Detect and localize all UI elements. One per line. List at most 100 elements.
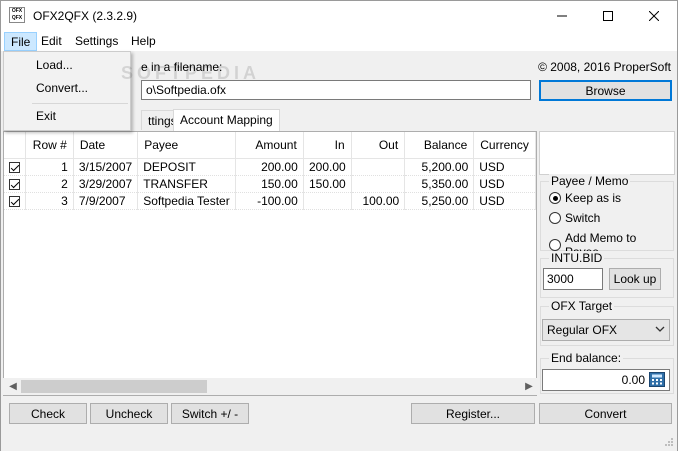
column-header-out[interactable]: Out [351,132,406,159]
row-checkbox[interactable] [4,175,27,193]
menu-bar: File Edit Settings Help [1,31,677,51]
cell-amount: -100.00 [235,192,304,210]
cell-currency: USD [473,192,536,210]
intu-bid-title: INTU.BID [549,251,605,265]
payee-memo-group: Payee / Memo Keep as is Switch Add Memo … [540,174,674,259]
uncheck-button[interactable]: Uncheck [90,403,168,424]
scroll-right-icon[interactable]: ▶ [521,380,537,393]
ofx-target-title: OFX Target [549,299,615,313]
radio-unselected-icon [549,239,561,251]
cell-row-num: 2 [25,175,74,193]
cell-balance: 5,200.00 [404,158,475,176]
ofx-target-value: Regular OFX [547,323,618,337]
app-window: OFX QFX OFX2QFX (2.3.2.9) File Edit Sett… [0,0,678,451]
tab-account-mapping[interactable]: Account Mapping [173,109,280,131]
cell-payee: Softpedia Tester [137,192,236,210]
ofx-target-select[interactable]: Regular OFX [542,319,670,341]
register-button[interactable]: Register... [411,403,535,424]
chevron-down-icon [655,326,665,332]
radio-unselected-icon [549,212,561,224]
column-header-payee[interactable]: Payee [137,132,236,159]
check-button[interactable]: Check [9,403,87,424]
cell-out [351,175,406,193]
cell-out [351,158,406,176]
minimize-button[interactable] [539,1,585,31]
cell-date: 7/9/2007 [73,192,139,210]
transactions-table: Row # Date Payee Amount In Out Balance C… [4,132,536,210]
column-header-currency[interactable]: Currency [473,132,536,159]
transactions-grid: Row # Date Payee Amount In Out Balance C… [3,131,537,396]
intu-bid-field[interactable]: 3000 [543,268,603,290]
cell-balance: 5,250.00 [404,192,475,210]
horizontal-scrollbar[interactable]: ◀ ▶ [3,378,537,395]
table-row[interactable]: 3 7/9/2007 Softpedia Tester -100.00 100.… [4,192,536,210]
cell-payee: DEPOSIT [137,158,236,176]
options-blank-box [539,131,675,175]
radio-label: Keep as is [565,191,622,205]
cell-in: 150.00 [303,175,352,193]
row-checkbox[interactable] [4,192,27,210]
checkbox-checked-icon [9,195,20,207]
title-bar: OFX QFX OFX2QFX (2.3.2.9) [1,1,677,31]
menu-edit[interactable]: Edit [35,32,68,51]
cell-in [303,192,352,210]
radio-selected-icon [549,192,561,204]
scroll-left-icon[interactable]: ◀ [5,380,21,393]
cell-out: 100.00 [351,192,406,210]
end-balance-group: End balance: 0.00 [540,351,674,394]
window-title: OFX2QFX (2.3.2.9) [33,9,138,23]
browse-button[interactable]: Browse [539,80,672,101]
look-up-button[interactable]: Look up [609,268,661,290]
column-header-row-num[interactable]: Row # [25,132,74,159]
column-header-balance[interactable]: Balance [404,132,475,159]
app-logo-icon: OFX QFX [9,7,25,23]
watermark: SOFTPEDIA [121,63,261,83]
close-icon [649,11,659,21]
maximize-button[interactable] [585,1,631,31]
close-button[interactable] [631,1,677,31]
cell-row-num: 1 [25,158,74,176]
column-check-header [4,132,27,159]
cell-balance: 5,350.00 [404,175,475,193]
table-row[interactable]: 1 3/15/2007 DEPOSIT 200.00 200.00 5,200.… [4,158,536,176]
payee-memo-title: Payee / Memo [549,174,631,188]
column-header-amount[interactable]: Amount [235,132,304,159]
checkbox-checked-icon [9,178,20,190]
row-checkbox[interactable] [4,158,27,176]
copyright-text: © 2008, 2016 ProperSoft [538,60,671,74]
cell-date: 3/29/2007 [73,175,139,193]
resize-grip-icon[interactable] [664,437,674,447]
menu-settings[interactable]: Settings [69,32,124,51]
radio-keep-as-is[interactable]: Keep as is [549,191,621,205]
ofx-target-group: OFX Target Regular OFX [540,299,674,346]
checkbox-checked-icon [9,161,20,173]
menu-item-convert[interactable]: Convert... [36,81,88,95]
cell-date: 3/15/2007 [73,158,139,176]
scrollbar-thumb[interactable] [21,380,207,393]
switch-sign-button[interactable]: Switch +/ - [171,403,249,424]
radio-switch[interactable]: Switch [549,211,600,225]
menu-separator [32,103,128,104]
menu-item-load[interactable]: Load... [36,58,73,72]
column-header-in[interactable]: In [303,132,352,159]
maximize-icon [603,11,613,21]
end-balance-title: End balance: [549,351,624,365]
cell-amount: 150.00 [235,175,304,193]
cell-currency: USD [473,175,536,193]
cell-payee: TRANSFER [137,175,236,193]
menu-item-exit[interactable]: Exit [36,109,56,123]
status-bar [1,431,677,451]
table-row[interactable]: 2 3/29/2007 TRANSFER 150.00 150.00 5,350… [4,175,536,193]
file-menu-dropdown: Load... Convert... Exit [3,51,131,131]
convert-button[interactable]: Convert [539,403,672,424]
column-header-date[interactable]: Date [73,132,139,159]
calculator-icon[interactable] [649,372,665,387]
cell-row-num: 3 [25,192,74,210]
menu-file[interactable]: File [4,32,38,51]
minimize-icon [557,15,567,17]
menu-help[interactable]: Help [125,32,162,51]
table-header-row: Row # Date Payee Amount In Out Balance C… [4,132,536,159]
intu-bid-group: INTU.BID 3000 Look up [540,251,674,298]
cell-currency: USD [473,158,536,176]
cell-amount: 200.00 [235,158,304,176]
